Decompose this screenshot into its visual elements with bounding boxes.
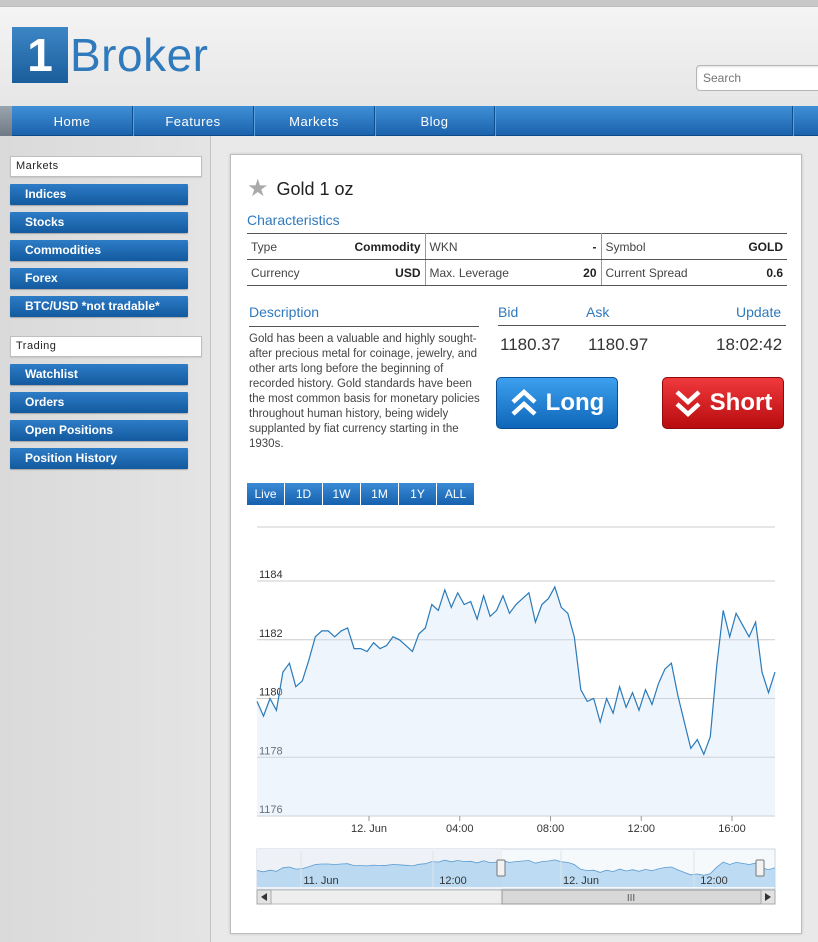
spread-label: Current Spread bbox=[601, 259, 701, 286]
navigator-tick-label: 11. Jun bbox=[303, 875, 338, 887]
sidebar-item-position-history[interactable]: Position History bbox=[10, 448, 188, 469]
symbol-label: Symbol bbox=[601, 233, 701, 260]
leverage-value: 20 bbox=[525, 259, 602, 286]
navigator-handle-left[interactable] bbox=[496, 859, 506, 877]
short-button[interactable]: Short bbox=[662, 377, 784, 429]
range-1d-button[interactable]: 1D bbox=[285, 483, 322, 505]
range-1m-button[interactable]: 1M bbox=[361, 483, 398, 505]
range-selector: Live 1D 1W 1M 1Y ALL bbox=[247, 483, 475, 505]
sidebar-header-markets: Markets bbox=[10, 156, 202, 177]
description-divider bbox=[249, 326, 479, 327]
x-tick-label: 12:00 bbox=[627, 823, 655, 835]
sidebar-item-indices[interactable]: Indices bbox=[10, 184, 188, 205]
sidebar-item-open-positions[interactable]: Open Positions bbox=[10, 420, 188, 441]
search-input[interactable] bbox=[696, 65, 818, 91]
nav-spacer bbox=[495, 106, 793, 136]
price-chart: 11761178118011821184 12. Jun 04:00 08:00 12… bbox=[256, 526, 776, 905]
double-chevron-up-icon bbox=[511, 388, 537, 416]
logo-mark: 1 bbox=[12, 27, 68, 83]
table-row: Currency USD Max. Leverage 20 Current Sp… bbox=[247, 259, 787, 286]
x-tick-label: 16:00 bbox=[718, 823, 746, 835]
navigator-handle-right[interactable] bbox=[755, 859, 765, 877]
characteristics-table: Type Commodity WKN - Symbol GOLD Currenc… bbox=[247, 233, 787, 286]
navigator-tick-label: 12:00 bbox=[700, 875, 728, 887]
x-tick-label: 08:00 bbox=[537, 823, 565, 835]
type-value: Commodity bbox=[307, 233, 426, 260]
bid-value: 1180.37 bbox=[500, 335, 561, 354]
currency-label: Currency bbox=[247, 259, 307, 286]
asset-panel: ★ Gold 1 oz Characteristics Type Commodi… bbox=[230, 154, 802, 934]
x-tick-label: 12. Jun bbox=[351, 823, 387, 835]
double-chevron-down-icon bbox=[675, 390, 701, 418]
description-label: Description bbox=[249, 304, 320, 320]
nav-markets[interactable]: Markets bbox=[254, 106, 375, 136]
x-axis-ticks: 12. Jun 04:00 08:00 12:00 16:00 bbox=[351, 816, 746, 835]
wkn-value: - bbox=[525, 233, 602, 260]
y-tick-label: 1182 bbox=[259, 628, 283, 640]
sidebar-header-trading: Trading bbox=[10, 336, 202, 357]
currency-value: USD bbox=[307, 259, 426, 286]
spread-value: 0.6 bbox=[701, 259, 787, 286]
range-all-button[interactable]: ALL bbox=[437, 483, 474, 505]
asset-title-row: ★ Gold 1 oz bbox=[247, 177, 354, 201]
range-live-button[interactable]: Live bbox=[247, 483, 284, 505]
price-area bbox=[257, 586, 775, 816]
characteristics-label: Characteristics bbox=[247, 212, 340, 228]
update-label: Update bbox=[736, 304, 782, 320]
chart-navigator[interactable]: 11. Jun 12:00 12. Jun 12:00 bbox=[256, 848, 776, 890]
sidebar-item-orders[interactable]: Orders bbox=[10, 392, 188, 413]
bid-label: Bid bbox=[498, 304, 519, 320]
nav-left-cap bbox=[0, 106, 12, 136]
nav-features[interactable]: Features bbox=[133, 106, 254, 136]
quote-divider bbox=[498, 325, 786, 326]
nav-home[interactable]: Home bbox=[12, 106, 133, 136]
logo-wordmark: Broker bbox=[70, 29, 209, 81]
ask-label: Ask bbox=[586, 304, 610, 320]
sidebar-item-commodities[interactable]: Commodities bbox=[10, 240, 188, 261]
description-text: Gold has been a valuable and highly soug… bbox=[249, 333, 480, 450]
sidebar-item-watchlist[interactable]: Watchlist bbox=[10, 364, 188, 385]
ask-value: 1180.97 bbox=[588, 335, 649, 354]
navigator-tick-label: 12:00 bbox=[439, 875, 467, 887]
grip-icon: III bbox=[627, 893, 635, 904]
main-nav: Home Features Markets Blog bbox=[0, 106, 818, 136]
range-1w-button[interactable]: 1W bbox=[323, 483, 360, 505]
nav-blog[interactable]: Blog bbox=[375, 106, 495, 136]
short-label: Short bbox=[709, 389, 773, 416]
symbol-value: GOLD bbox=[701, 233, 787, 260]
asset-title: Gold 1 oz bbox=[276, 178, 354, 199]
long-label: Long bbox=[545, 389, 605, 416]
range-1y-button[interactable]: 1Y bbox=[399, 483, 436, 505]
sidebar-item-btcusd[interactable]: BTC/USD *not tradable* bbox=[10, 296, 188, 317]
star-icon[interactable]: ★ bbox=[247, 177, 269, 201]
sidebar-item-forex[interactable]: Forex bbox=[10, 268, 188, 289]
sidebar: Markets Indices Stocks Commodities Forex… bbox=[0, 136, 211, 942]
x-tick-label: 04:00 bbox=[446, 823, 474, 835]
y-tick-label: 1184 bbox=[259, 569, 283, 581]
table-row: Type Commodity WKN - Symbol GOLD bbox=[247, 233, 787, 260]
update-value: 18:02:42 bbox=[716, 335, 783, 354]
wkn-label: WKN bbox=[425, 233, 525, 260]
leverage-label: Max. Leverage bbox=[425, 259, 525, 286]
type-label: Type bbox=[247, 233, 307, 260]
chart-scrollbar[interactable]: III bbox=[256, 889, 776, 905]
logo[interactable]: 1 Broker bbox=[12, 27, 208, 83]
navigator-tick-label: 12. Jun bbox=[563, 875, 599, 887]
sidebar-item-stocks[interactable]: Stocks bbox=[10, 212, 188, 233]
long-button[interactable]: Long bbox=[496, 377, 618, 429]
site-header: 1 Broker bbox=[0, 6, 818, 106]
